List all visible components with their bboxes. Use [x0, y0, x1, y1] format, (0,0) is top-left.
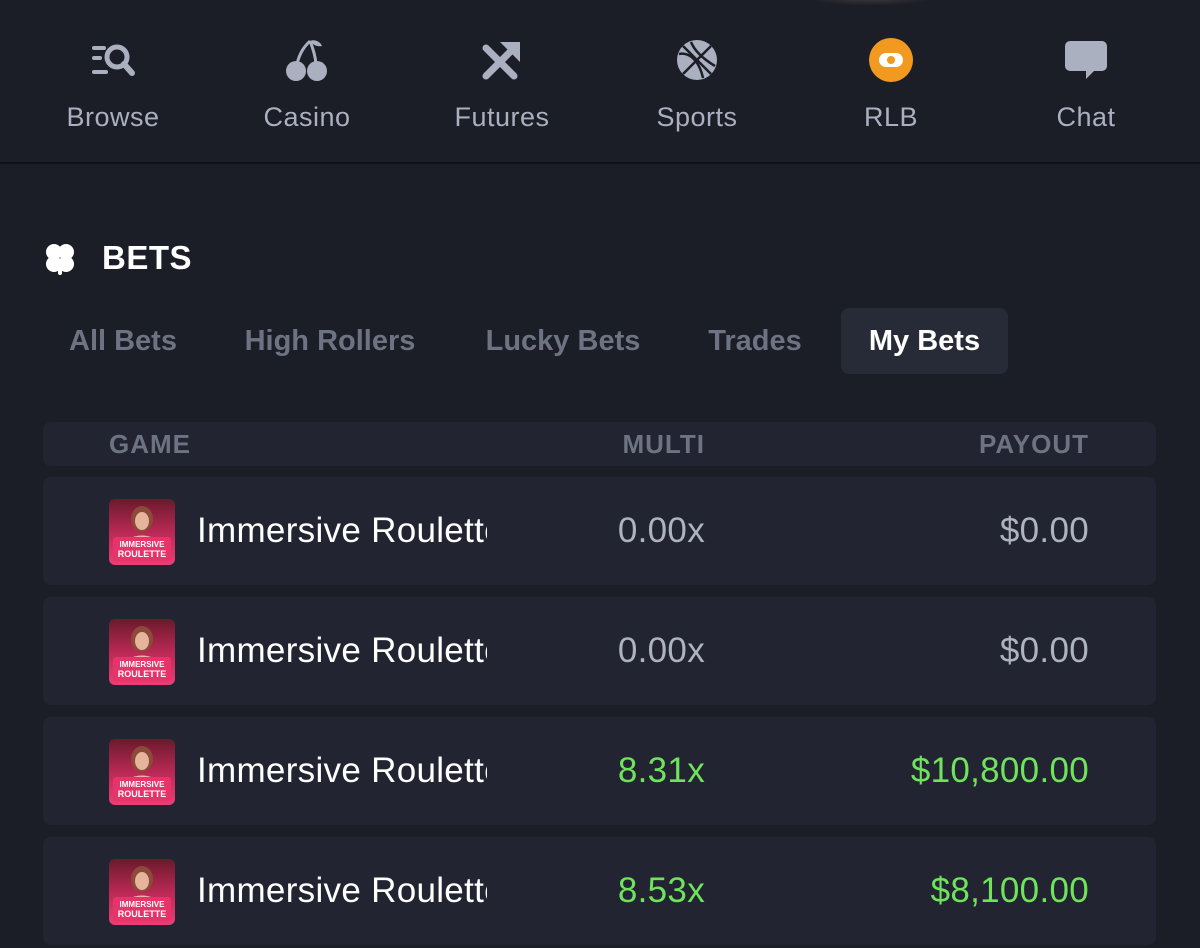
nav-label: Chat: [1056, 102, 1116, 132]
multiplier-value: 0.00x: [617, 511, 705, 550]
game-name[interactable]: Immersive Roulette: [197, 717, 487, 825]
tab-my-bets[interactable]: My Bets: [841, 308, 1008, 374]
multiplier-value: 8.53x: [617, 871, 705, 910]
table-header: GAME MULTI PAYOUT: [43, 422, 1156, 466]
nav-casino[interactable]: Casino: [210, 36, 404, 146]
game-thumbnail: IMMERSIVE ROULETTE: [109, 619, 175, 685]
thumbnail-text-2: ROULETTE: [118, 789, 167, 799]
tab-all-bets[interactable]: All Bets: [44, 308, 202, 374]
tab-trades[interactable]: Trades: [682, 308, 828, 374]
basketball-icon: [673, 36, 721, 84]
header-glow: [800, 0, 940, 6]
tab-lucky-bets[interactable]: Lucky Bets: [458, 308, 668, 374]
nav-label: Browse: [66, 102, 160, 132]
top-nav: Browse Casino Futures Sports RLB Chat: [0, 0, 1200, 164]
game-name[interactable]: Immersive Roulette: [197, 837, 487, 945]
multiplier-value: 8.31x: [617, 751, 705, 790]
nav-browse[interactable]: Browse: [16, 36, 210, 146]
clover-icon: [46, 244, 74, 275]
nav-label: RLB: [863, 102, 919, 132]
section-header: BETS: [42, 236, 192, 280]
page: Browse Casino Futures Sports RLB Chat BE…: [0, 0, 1200, 948]
arrows-up-icon: [478, 36, 526, 84]
thumbnail-text-2: ROULETTE: [118, 909, 167, 919]
column-header-game: GAME: [109, 429, 191, 459]
nav-label: Futures: [454, 102, 550, 132]
rlb-token-icon: [867, 36, 915, 84]
thumbnail-text-1: IMMERSIVE: [120, 780, 166, 789]
thumbnail-text-1: IMMERSIVE: [120, 660, 166, 669]
cherries-icon: [283, 36, 331, 84]
nav-label: Casino: [263, 102, 351, 132]
table-row[interactable]: IMMERSIVE ROULETTE Immersive Roulette 0.00x…: [43, 477, 1156, 585]
table-row[interactable]: IMMERSIVE ROULETTE Immersive Roulette 0.00x…: [43, 597, 1156, 705]
nav-label: Sports: [656, 102, 738, 132]
game-thumbnail: IMMERSIVE ROULETTE: [109, 739, 175, 805]
nav-futures[interactable]: Futures: [405, 36, 599, 146]
game-thumbnail: IMMERSIVE ROULETTE: [109, 499, 175, 565]
nav-chat[interactable]: Chat: [989, 36, 1183, 146]
section-title: BETS: [102, 239, 193, 276]
thumbnail-text-2: ROULETTE: [118, 669, 167, 679]
nav-rlb[interactable]: RLB: [794, 36, 988, 146]
thumbnail-text-1: IMMERSIVE: [120, 900, 166, 909]
payout-value: $0.00: [999, 511, 1089, 550]
table-row[interactable]: IMMERSIVE ROULETTE Immersive Roulette 8.31x…: [43, 717, 1156, 825]
thumbnail-text-1: IMMERSIVE: [120, 540, 166, 549]
multiplier-value: 0.00x: [617, 631, 705, 670]
nav-sports[interactable]: Sports: [600, 36, 794, 146]
payout-value: $10,800.00: [910, 751, 1089, 790]
table-row[interactable]: IMMERSIVE ROULETTE Immersive Roulette 8.53x…: [43, 837, 1156, 945]
payout-value: $8,100.00: [930, 871, 1089, 910]
browse-search-icon: [89, 36, 137, 84]
thumbnail-text-2: ROULETTE: [118, 549, 167, 559]
column-header-payout: PAYOUT: [978, 429, 1089, 459]
tab-high-rollers[interactable]: High Rollers: [216, 308, 444, 374]
chat-bubble-icon: [1062, 36, 1110, 84]
game-thumbnail: IMMERSIVE ROULETTE: [109, 859, 175, 925]
payout-value: $0.00: [999, 631, 1089, 670]
game-name[interactable]: Immersive Roulette: [197, 477, 487, 585]
game-name[interactable]: Immersive Roulette: [197, 597, 487, 705]
column-header-multi: MULTI: [622, 429, 705, 459]
